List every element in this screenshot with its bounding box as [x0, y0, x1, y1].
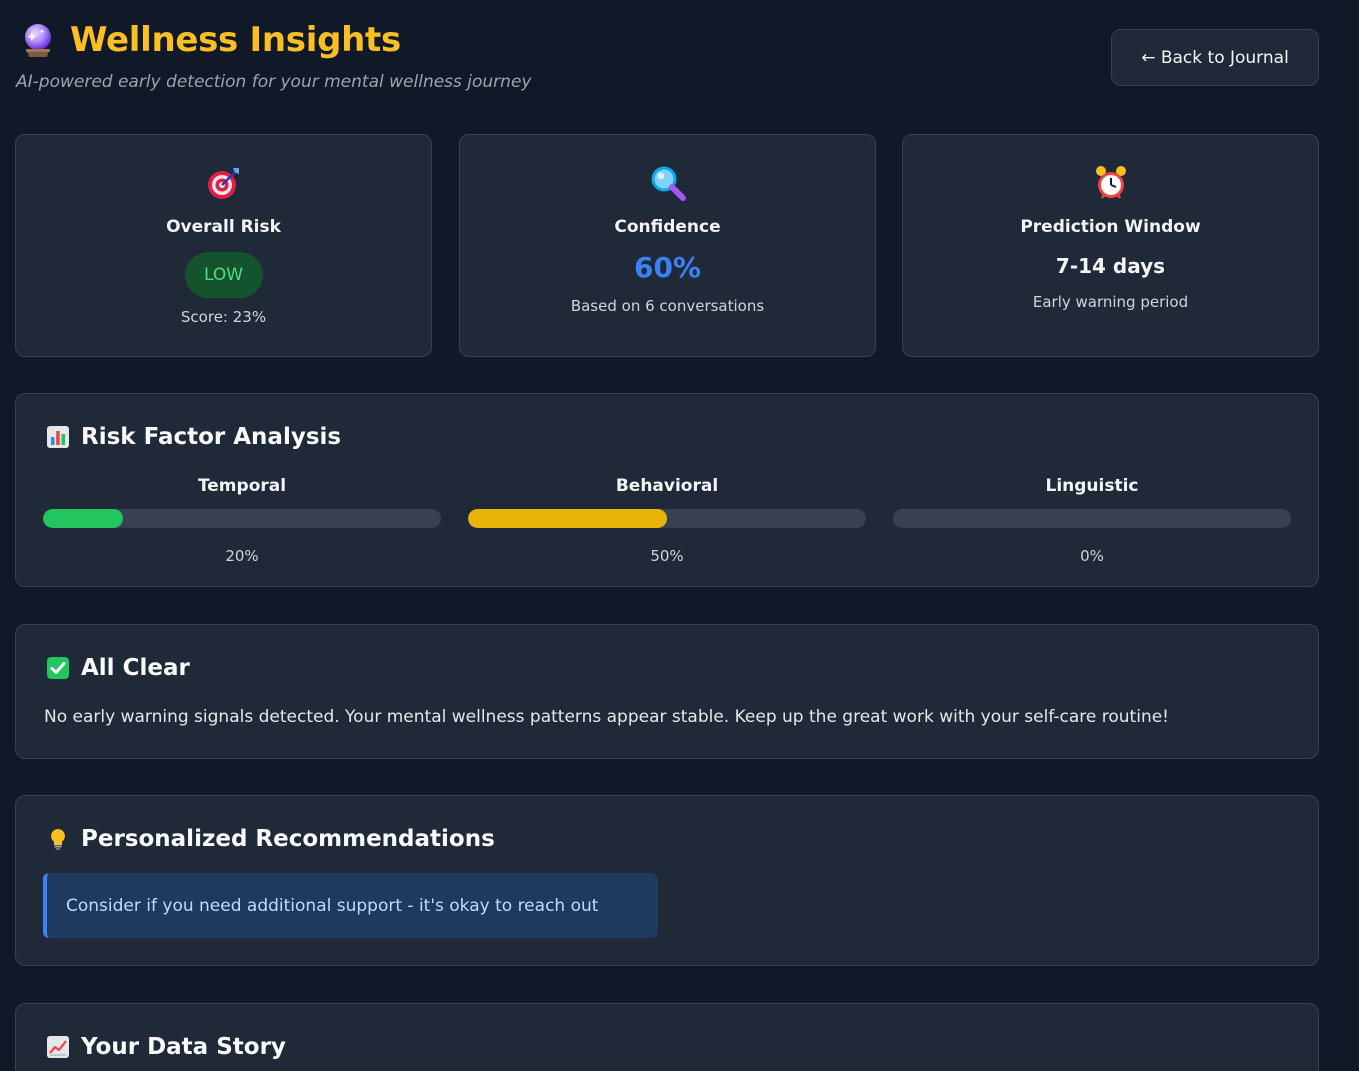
risk-score: Score: 23% [180, 308, 267, 326]
prediction-window-sub: Early warning period [1032, 293, 1189, 311]
factor-name: Temporal [197, 476, 287, 496]
all-clear-title: All Clear [46, 655, 190, 681]
title-row: Wellness Insights [20, 18, 401, 62]
data-story-section: Your Data Story [15, 1003, 1319, 1071]
factor-bar-track [893, 509, 1291, 528]
target-icon [16, 165, 431, 201]
crystal-ball-icon [20, 22, 56, 58]
confidence-sub: Based on 6 conversations [570, 297, 765, 315]
prediction-window-label: Prediction Window [1020, 217, 1201, 237]
factor-bar-track [468, 509, 866, 528]
light-bulb-icon [46, 827, 70, 851]
chart-increasing-icon [46, 1035, 70, 1059]
page-header: Wellness Insights AI-powered early detec… [16, 18, 1319, 98]
bar-chart-icon [46, 425, 70, 449]
check-mark-icon [46, 656, 70, 680]
confidence-label: Confidence [614, 217, 721, 237]
overall-risk-label: Overall Risk [166, 217, 281, 237]
page-title: Wellness Insights [70, 20, 401, 60]
recommendations-title-text: Personalized Recommendations [81, 826, 495, 852]
factor-percent: 50% [650, 547, 684, 565]
factor-percent: 0% [1080, 547, 1104, 565]
risk-factor-section: Risk Factor Analysis Temporal 20% Behavi… [15, 393, 1319, 587]
confidence-value: 60% [633, 251, 702, 284]
confidence-card: Confidence 60% Based on 6 conversations [459, 134, 876, 357]
factor-name: Behavioral [615, 476, 719, 496]
risk-factor-title: Risk Factor Analysis [46, 424, 341, 450]
risk-factor-title-text: Risk Factor Analysis [81, 424, 342, 450]
factor-percent: 20% [225, 547, 259, 565]
risk-level-badge: LOW [184, 252, 263, 298]
recommendations-title: Personalized Recommendations [46, 826, 495, 852]
magnifier-icon [460, 165, 875, 201]
page-subtitle: AI-powered early detection for your ment… [16, 72, 532, 92]
alarm-clock-icon [903, 165, 1318, 201]
prediction-window-card: Prediction Window 7-14 days Early warnin… [902, 134, 1319, 357]
factor-temporal: Temporal 20% [43, 476, 441, 565]
all-clear-message: No early warning signals detected. Your … [44, 707, 1169, 727]
factor-linguistic: Linguistic 0% [893, 476, 1291, 565]
all-clear-title-text: All Clear [81, 655, 190, 681]
factor-bar-fill [43, 509, 123, 528]
wellness-insights-page: Wellness Insights AI-powered early detec… [0, 0, 1359, 1071]
data-story-title: Your Data Story [46, 1034, 286, 1060]
factor-name: Linguistic [1045, 476, 1139, 496]
factor-behavioral: Behavioral 50% [468, 476, 866, 565]
recommendations-section: Personalized Recommendations Consider if… [15, 795, 1319, 966]
back-to-journal-button[interactable]: ← Back to Journal [1111, 29, 1319, 86]
recommendation-item: Consider if you need additional support … [43, 873, 658, 938]
overall-risk-card: Overall Risk LOW Score: 23% [15, 134, 432, 357]
all-clear-section: All Clear No early warning signals detec… [15, 624, 1319, 759]
data-story-title-text: Your Data Story [81, 1034, 286, 1060]
prediction-window-value: 7-14 days [1055, 254, 1166, 278]
factor-bar-fill [468, 509, 667, 528]
factor-bar-track [43, 509, 441, 528]
